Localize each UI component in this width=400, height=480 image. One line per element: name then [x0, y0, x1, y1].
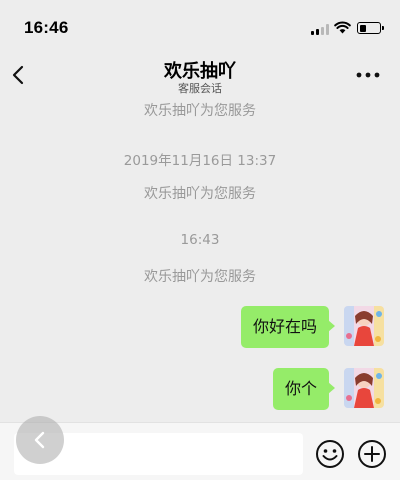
signal-icon: [311, 24, 329, 35]
status-time: 16:46: [24, 18, 69, 37]
floating-back-button[interactable]: [16, 416, 64, 464]
outgoing-message-bubble[interactable]: 你好在吗: [240, 306, 336, 348]
floating-back-icon: [34, 431, 45, 449]
outgoing-message-bubble[interactable]: 你个: [272, 368, 336, 410]
timestamp: 16:43: [180, 232, 220, 248]
status-bar: 16:46: [0, 0, 400, 50]
system-message: 欢乐抽吖为您服务: [144, 269, 256, 285]
timestamp: 2019年11月16日 13:37: [123, 153, 277, 169]
avatar[interactable]: [344, 368, 384, 408]
battery-icon: [357, 22, 384, 34]
wifi-icon: [334, 21, 351, 34]
nav-bar: 欢乐抽吖 客服会话: [0, 50, 400, 98]
plus-icon[interactable]: [357, 439, 387, 469]
avatar[interactable]: [344, 306, 384, 346]
system-message: 欢乐抽吖为您服务: [144, 103, 256, 119]
more-icon[interactable]: [356, 72, 380, 78]
system-message: 欢乐抽吖为您服务: [144, 186, 256, 202]
emoji-icon[interactable]: [315, 439, 345, 469]
page-subtitle: 客服会话: [178, 82, 222, 95]
